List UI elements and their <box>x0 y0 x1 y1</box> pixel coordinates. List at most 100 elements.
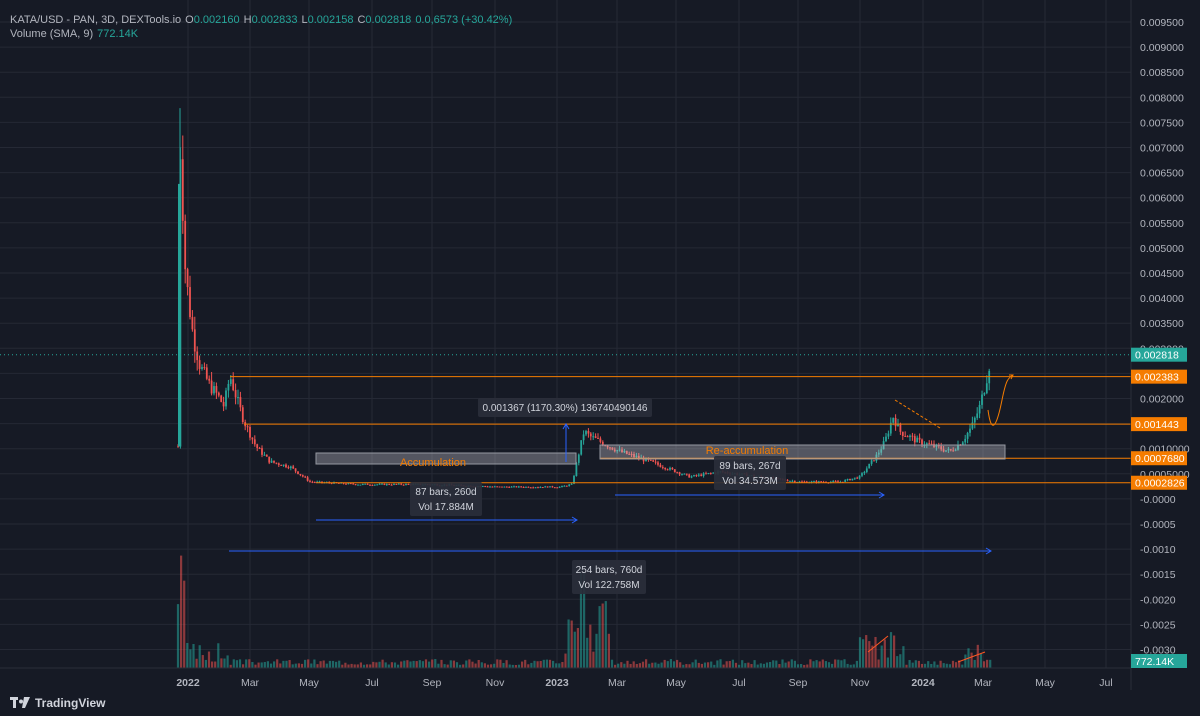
volume-bar <box>827 662 831 668</box>
candle-body <box>208 378 211 381</box>
candle-body <box>892 417 895 423</box>
volume-bar <box>914 660 917 668</box>
symbol-title[interactable]: KATA/USD - PAN, 3D, DEXTools.io <box>10 13 181 27</box>
candle-body <box>844 480 847 482</box>
volume-bar <box>741 660 744 668</box>
volume-bar <box>917 660 920 668</box>
candle-body <box>225 390 227 407</box>
candle-body <box>239 396 242 408</box>
time-tick-label: Mar <box>608 677 627 689</box>
candle-body <box>217 392 220 396</box>
candle-body <box>280 464 283 466</box>
volume-bar <box>412 660 415 668</box>
candle-body <box>683 473 686 475</box>
candle-body <box>597 437 599 439</box>
candle-body <box>911 435 914 437</box>
volume-bar <box>483 663 486 668</box>
candle-body <box>985 383 988 394</box>
volume-bar <box>499 659 502 668</box>
price-label-level: 0.0007680 <box>1135 453 1185 465</box>
volume-bar <box>545 659 548 668</box>
close-label: C <box>357 14 366 26</box>
volume-bar <box>328 660 331 668</box>
volume-bar <box>217 643 220 668</box>
candle-body <box>354 484 357 486</box>
volume-bar <box>384 662 387 668</box>
volume-bar <box>756 664 759 668</box>
chart-grid <box>0 0 1131 668</box>
volume-bar <box>970 652 973 668</box>
volume-bar <box>852 664 855 668</box>
volume-bar <box>437 663 440 668</box>
volume-bar <box>406 660 409 668</box>
volume-bar <box>719 659 722 668</box>
volume-bar <box>874 636 877 668</box>
high-value: 0.002833 <box>251 14 298 26</box>
candle-body <box>676 472 679 474</box>
candle-body <box>369 484 371 486</box>
volume-bar <box>490 664 493 668</box>
volume-indicator-value: 772.14K <box>97 28 139 40</box>
candle-body <box>402 484 405 486</box>
volume-bar <box>617 663 620 668</box>
candle-body <box>693 475 695 477</box>
candle-body <box>227 383 230 391</box>
candle-body <box>489 486 491 488</box>
volume-bar <box>397 664 400 668</box>
price-tick-label: 0.008500 <box>1140 67 1184 79</box>
volume-bar <box>449 660 452 668</box>
volume-bar <box>567 619 570 668</box>
candle-body <box>513 486 515 488</box>
volume-bar <box>570 620 573 668</box>
candle-body <box>189 287 191 318</box>
candle-body <box>306 477 309 481</box>
candle-body <box>978 404 981 414</box>
candle-body <box>246 426 249 428</box>
volume-bar <box>561 661 564 668</box>
candle-body <box>285 464 287 468</box>
time-axis[interactable]: 2022 Mar May Jul Sep Nov 2023 Mar May Jul Sep Nov 20… <box>0 667 1131 689</box>
volume-bar <box>558 663 561 668</box>
volume-bar <box>335 661 338 668</box>
volume-bar <box>586 637 589 668</box>
candle-body <box>241 407 244 423</box>
price-axis[interactable]: 0.009500 0.009000 0.008500 0.008000 0.007500… <box>1130 0 1190 690</box>
volume-bar <box>505 660 508 668</box>
volume-bar <box>204 659 207 668</box>
candle-body <box>856 477 859 479</box>
range2-tooltip-text: Vol 34.573M <box>722 476 778 487</box>
candle-body <box>899 423 902 432</box>
time-tick-label: Jul <box>365 677 378 689</box>
candle-body <box>568 484 571 486</box>
time-tick-label: Nov <box>486 677 505 689</box>
candle-body <box>229 379 232 384</box>
volume-bar <box>226 655 229 668</box>
volume-bar <box>939 660 942 668</box>
tradingview-brand[interactable]: TradingView <box>10 696 105 710</box>
volume-bar <box>632 661 635 668</box>
candle-body <box>904 435 907 437</box>
candle-body <box>894 417 897 427</box>
candle-body <box>498 486 501 488</box>
candle-body <box>973 417 976 423</box>
time-tick-label: May <box>1035 677 1056 689</box>
candle-body <box>664 467 667 470</box>
candle-body <box>599 438 602 442</box>
volume-indicator-label[interactable]: Volume (SMA, 9) <box>10 27 93 41</box>
close-value: 0.002818 <box>365 14 412 26</box>
volume-bar <box>552 660 555 668</box>
volume-bar <box>465 660 468 668</box>
volume-bar <box>477 659 480 668</box>
volume-bar <box>508 664 511 668</box>
price-label-level: 0.001443 <box>1135 419 1179 431</box>
candle-body <box>666 469 669 471</box>
volume-bar <box>297 663 300 668</box>
price-tick-label: -0.0005 <box>1140 519 1176 531</box>
volume-bar <box>982 661 986 668</box>
volume-bar <box>455 662 459 668</box>
volume-bar <box>462 664 465 668</box>
time-tick-label: 2024 <box>911 677 935 689</box>
candle-body <box>885 436 887 442</box>
candle-body <box>709 472 712 474</box>
price-chart[interactable]: Accumulation Re-accumulation 87 bars, 260d… <box>0 0 1200 716</box>
